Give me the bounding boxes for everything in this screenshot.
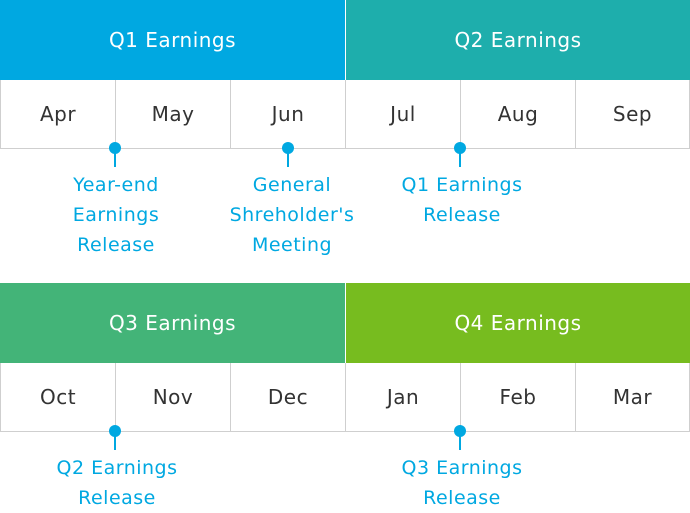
month-cell: Apr	[0, 80, 115, 148]
quarter-header-q3: Q3 Earnings	[0, 283, 345, 363]
month-cell: Sep	[575, 80, 690, 148]
quarter-header-q4: Q4 Earnings	[345, 283, 690, 363]
event-label-line: Release	[78, 487, 156, 509]
quarter-header-q1: Q1 Earnings	[0, 0, 345, 80]
event-label-line: General	[252, 174, 332, 196]
quarter-header-q2: Q2 Earnings	[345, 0, 690, 80]
month-cell: Jun	[230, 80, 345, 148]
event-label: Q2 Earnings Release	[32, 453, 202, 513]
event-label-line: Year-end	[73, 174, 159, 196]
event-label-line: Q1 Earnings	[401, 174, 523, 196]
event-label: Q3 Earnings Release	[377, 453, 547, 513]
event-label: General Shreholder's Meeting	[207, 170, 377, 260]
event-stem	[287, 153, 289, 167]
event-stem	[114, 436, 116, 450]
event-label-line: Q2 Earnings	[56, 457, 178, 479]
month-cell: Jan	[345, 363, 460, 431]
event-stem	[459, 436, 461, 450]
event-label-line: Earnings	[72, 204, 160, 226]
timeline-row-1: Q1 Earnings Q2 Earnings Apr May Jun Jul …	[0, 0, 690, 270]
timeline-row-2: Q3 Earnings Q4 Earnings Oct Nov Dec Jan …	[0, 283, 690, 509]
month-strip: Apr May Jun Jul Aug Sep	[0, 80, 690, 149]
month-cell: Jul	[345, 80, 460, 148]
month-strip: Oct Nov Dec Jan Feb Mar	[0, 363, 690, 432]
event-label-line: Release	[77, 234, 155, 256]
month-cell: Feb	[460, 363, 575, 431]
event-label-line: Meeting	[251, 234, 333, 256]
event-label-line: Q3 Earnings	[401, 457, 523, 479]
event-stem	[459, 153, 461, 167]
month-cell: Mar	[575, 363, 690, 431]
event-label-line: Shreholder's	[229, 204, 355, 226]
event-label: Q1 Earnings Release	[377, 170, 547, 230]
event-label-line: Release	[423, 204, 501, 226]
month-cell: Oct	[0, 363, 115, 431]
event-label-line: Release	[423, 487, 501, 509]
event-stem	[114, 153, 116, 167]
month-cell: Nov	[115, 363, 230, 431]
month-cell: Aug	[460, 80, 575, 148]
month-cell: Dec	[230, 363, 345, 431]
month-cell: May	[115, 80, 230, 148]
event-label: Year-end Earnings Release	[31, 170, 201, 260]
